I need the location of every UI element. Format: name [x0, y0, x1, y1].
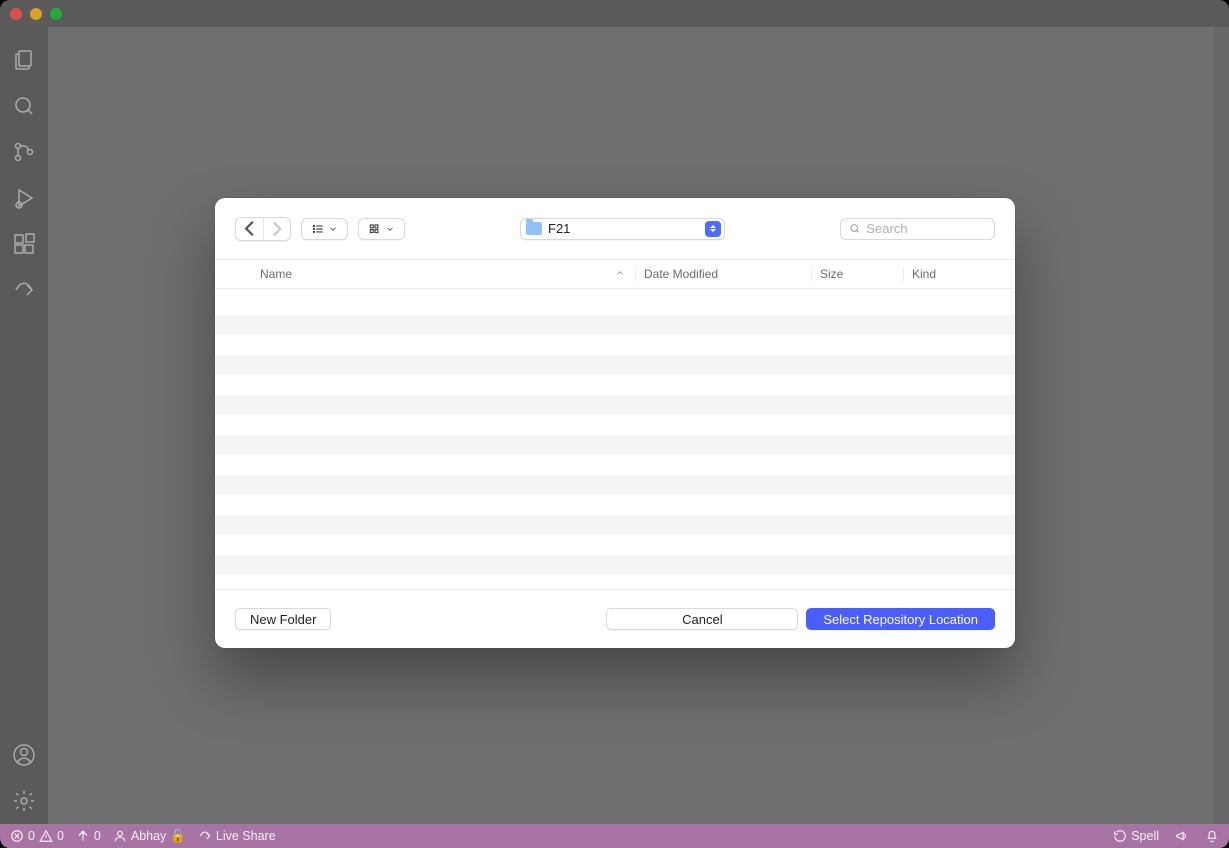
file-list[interactable]	[215, 289, 1015, 589]
antenna-icon	[76, 829, 90, 843]
folder-icon	[526, 222, 542, 235]
app-window: F21 Name Date Modified Size Kind	[0, 0, 1229, 848]
folder-picker[interactable]: F21	[520, 218, 725, 240]
dialog-toolbar: F21	[215, 198, 1015, 260]
new-folder-button[interactable]: New Folder	[235, 608, 331, 630]
sort-ascending-icon	[615, 267, 625, 281]
folder-name: F21	[548, 221, 570, 236]
status-bar: 0 0 0 Abhay 🔓 Live Share Spell	[0, 824, 1229, 848]
status-feedback[interactable]	[1175, 829, 1189, 843]
status-user[interactable]: Abhay 🔓	[113, 829, 186, 844]
status-problems[interactable]: 0 0	[10, 829, 64, 843]
nav-segmented	[235, 217, 291, 241]
column-name[interactable]: Name	[260, 267, 635, 281]
forward-button[interactable]	[263, 218, 290, 240]
unlocked-icon: 🔓	[170, 829, 186, 844]
cancel-button[interactable]: Cancel	[606, 608, 798, 630]
search-input[interactable]	[866, 221, 986, 236]
status-liveshare[interactable]: Live Share	[198, 829, 276, 843]
dialog-footer: New Folder Cancel Select Repository Loca…	[215, 589, 1015, 648]
view-list-button[interactable]	[301, 218, 348, 240]
select-location-button[interactable]: Select Repository Location	[806, 608, 995, 630]
file-dialog: F21 Name Date Modified Size Kind	[215, 198, 1015, 648]
bell-icon	[1205, 829, 1219, 843]
back-button[interactable]	[236, 218, 263, 240]
column-size[interactable]: Size	[811, 267, 903, 281]
liveshare-icon	[198, 829, 212, 843]
status-notifications[interactable]	[1205, 829, 1219, 843]
person-icon	[113, 829, 127, 843]
group-button[interactable]	[358, 218, 405, 240]
megaphone-icon	[1175, 829, 1189, 843]
error-icon	[10, 829, 24, 843]
search-field[interactable]	[840, 218, 995, 240]
column-headers: Name Date Modified Size Kind	[215, 260, 1015, 289]
history-icon	[1113, 829, 1127, 843]
warning-icon	[39, 829, 53, 843]
magnifier-icon	[849, 222, 860, 235]
column-kind[interactable]: Kind	[903, 267, 1015, 281]
column-date[interactable]: Date Modified	[635, 267, 811, 281]
status-spell[interactable]: Spell	[1113, 829, 1159, 843]
status-ports[interactable]: 0	[76, 829, 101, 843]
updown-icon	[705, 221, 721, 237]
